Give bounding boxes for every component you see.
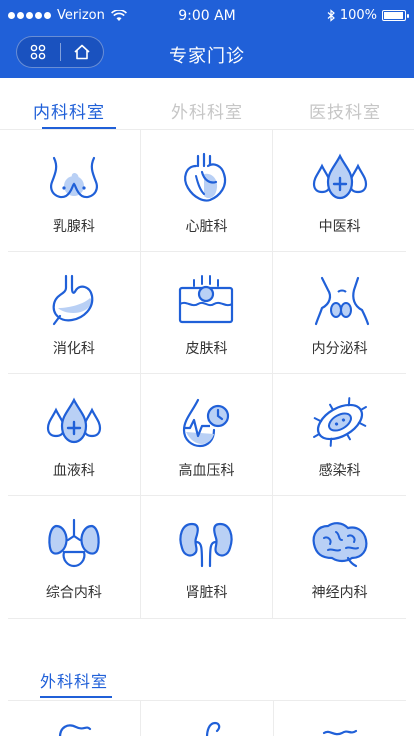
tab-internal[interactable]: 内科科室 (0, 78, 138, 129)
surgery-grid-partial (8, 700, 406, 736)
department-label: 肾脏科 (185, 585, 228, 601)
status-bar: Verizon 9:00 AM 100% (0, 0, 414, 32)
department-label: 综合内科 (45, 585, 102, 601)
department-endocrine[interactable]: 内分泌科 (273, 252, 406, 374)
department-label: 皮肤科 (185, 341, 228, 357)
department-breast[interactable]: 乳腺科 (8, 130, 141, 252)
department-label: 感染科 (318, 463, 361, 479)
partial-icon (322, 729, 358, 736)
brain-icon (312, 522, 368, 568)
department-label: 心脏科 (185, 219, 228, 235)
heart-icon (184, 152, 227, 202)
department-nephrology[interactable]: 肾脏科 (141, 496, 274, 618)
department-dermatology[interactable]: 皮肤科 (140, 252, 274, 374)
blood-pressure-icon (183, 398, 230, 448)
app-header: Verizon 9:00 AM 100% 专家门诊 (0, 0, 414, 78)
status-right: 100% (327, 8, 409, 23)
virus-icon (312, 397, 367, 447)
tcm-drops-icon (312, 153, 367, 200)
department-general[interactable]: 综合内科 (8, 496, 141, 618)
bluetooth-icon (327, 9, 335, 22)
surgery-item[interactable] (141, 701, 274, 736)
tab-surgery[interactable]: 外科科室 (138, 78, 276, 129)
department-label: 高血压科 (178, 463, 235, 479)
skin-icon (179, 275, 234, 324)
department-hypertension[interactable]: 高血压科 (140, 374, 274, 496)
section-title-surgery: 外科科室 (40, 672, 109, 691)
partial-icon (58, 724, 92, 736)
tab-technical[interactable]: 医技科室 (276, 78, 414, 129)
department-label: 中医科 (318, 219, 361, 235)
breast-icon (49, 156, 98, 199)
department-neurology[interactable]: 神经内科 (273, 496, 406, 618)
department-label: 血液科 (52, 463, 95, 479)
department-cardiology[interactable]: 心脏科 (140, 130, 274, 252)
department-gastro[interactable]: 消化科 (8, 252, 141, 374)
stomach-icon (52, 274, 94, 326)
department-tabs: 内科科室 外科科室 医技科室 (0, 78, 414, 130)
department-label: 神经内科 (311, 585, 368, 601)
surgery-item[interactable] (8, 701, 141, 736)
battery-icon (382, 10, 409, 21)
department-tcm[interactable]: 中医科 (273, 130, 406, 252)
department-label: 消化科 (52, 341, 95, 357)
blood-drops-icon (46, 397, 101, 444)
department-grid: 乳腺科 心脏科 中医科 消化科 皮肤科 内分泌科 血液科 高血压科 感染科 综合… (8, 130, 406, 619)
department-hematology[interactable]: 血液科 (8, 374, 141, 496)
department-label: 乳腺科 (52, 219, 95, 235)
section-underline (40, 696, 112, 698)
organs-icon (48, 518, 100, 568)
battery-percent: 100% (339, 8, 377, 23)
partial-icon (205, 721, 221, 736)
page-title: 专家门诊 (169, 46, 245, 67)
department-infection[interactable]: 感染科 (273, 374, 406, 496)
kidney-icon (179, 522, 234, 568)
thyroid-icon (314, 276, 369, 326)
surgery-item[interactable] (274, 701, 406, 736)
department-label: 内分泌科 (311, 341, 368, 357)
